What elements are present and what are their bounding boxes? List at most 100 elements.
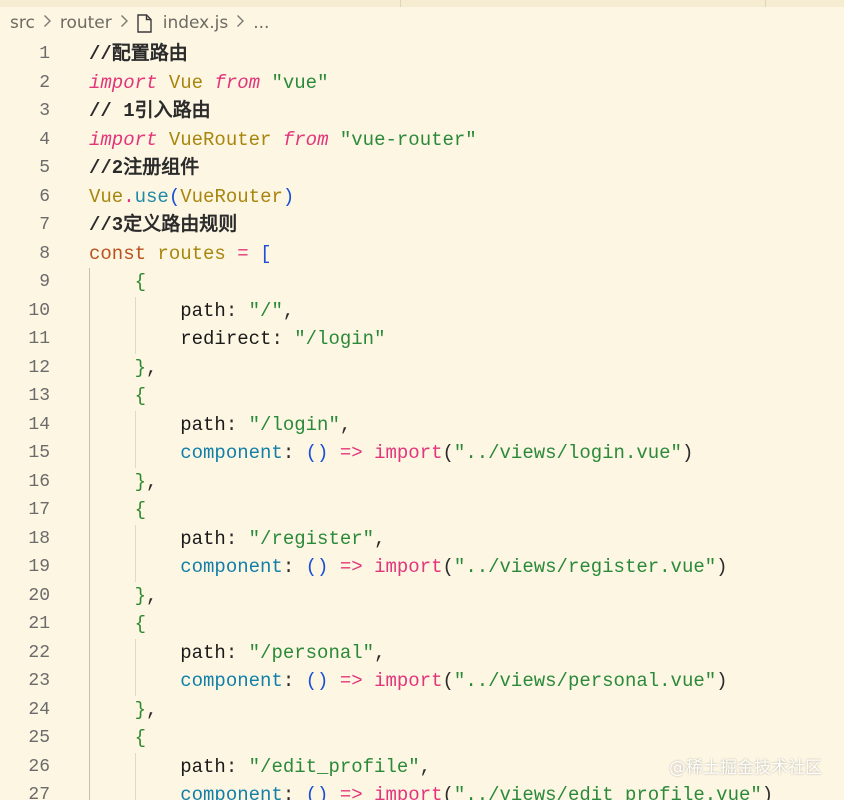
code-token: "/" [248,299,283,322]
code-token: "../views/register.vue" [453,556,717,578]
code-line[interactable]: 9 { [0,268,844,297]
code-token: redirect [180,328,272,350]
code-line[interactable]: 7 //3定义路由规则 [0,211,844,240]
code-line[interactable]: 10 path: "/", [0,297,844,326]
code-editor[interactable]: 1 //配置路由 2 import Vue from "vue" 3 // 1引入路由 4 i… [0,40,844,800]
code-token: ) [761,784,774,800]
code-text: { [89,382,146,411]
code-line[interactable]: 16 }, [0,468,844,497]
code-token: ( [442,670,454,692]
code-line[interactable]: 11 redirect: "/login" [0,325,844,354]
code-token: "/register" [248,527,375,550]
code-token: : [225,527,249,550]
line-number: 24 [28,699,50,720]
code-token: ( [442,784,454,800]
code-token: const [89,242,147,265]
code-line[interactable]: 13 { [0,382,844,411]
code-text: //配置路由 [89,40,188,69]
code-token: ( [442,442,454,464]
code-line[interactable]: 14 path: "/login", [0,411,844,440]
code-token: import [374,442,443,464]
code-line[interactable]: 25 { [0,724,844,753]
code-line[interactable]: 8 const routes = [ [0,240,844,269]
code-line[interactable]: 24 }, [0,696,844,725]
code-token: => [339,556,363,578]
code-line[interactable]: 17 { [0,496,844,525]
line-number: 9 [39,272,50,292]
code-line[interactable]: 18 path: "/register", [0,525,844,554]
code-token: () [305,670,329,692]
code-token: // 1引入路由 [89,100,211,122]
code-token: ( [168,185,181,208]
code-token: [ [260,242,272,265]
code-line[interactable]: 19 component: () => import("../views/reg… [0,553,844,582]
line-number: 20 [28,585,50,606]
code-text: path: "/login", [89,411,351,440]
code-token: , [282,299,295,322]
code-token: ) [681,442,694,464]
code-line[interactable]: 15 component: () => import("../views/log… [0,439,844,468]
code-token: import [374,784,443,800]
code-line[interactable]: 3 // 1引入路由 [0,97,844,126]
indent-guide [135,296,136,354]
code-token: "/login" [248,413,340,436]
code-token: Vue [89,185,124,208]
code-line[interactable]: 4 import VueRouter from "vue-router" [0,126,844,155]
code-token: path [180,527,226,550]
code-line[interactable]: 6 Vue.use(VueRouter) [0,183,844,212]
code-text: { [89,268,146,297]
code-token: } [134,698,147,721]
code-token: => [339,784,363,800]
code-token: "../views/personal.vue" [453,670,717,692]
code-token: "/login" [294,328,386,350]
code-line[interactable]: 20 }, [0,582,844,611]
code-line[interactable]: 1 //配置路由 [0,40,844,69]
code-line[interactable]: 27 component: () => import("../views/edi… [0,781,844,800]
code-token: path [180,755,226,778]
code-text: component: () => import("../views/login.… [89,439,693,468]
code-token: () [305,442,329,464]
breadcrumb-item-router[interactable]: router [60,13,112,33]
code-text: path: "/register", [89,525,385,554]
code-token: //3定义路由规则 [89,214,238,236]
code-line[interactable]: 23 component: () => import("../views/per… [0,667,844,696]
code-text: const routes = [ [89,240,271,269]
breadcrumb-item-more[interactable]: ... [253,13,269,33]
code-token: path [180,299,226,322]
code-token: { [134,271,147,293]
code-token: component [180,784,283,800]
code-line[interactable]: 5 //2注册组件 [0,154,844,183]
code-token: : [225,413,249,436]
code-line[interactable]: 22 path: "/personal", [0,639,844,668]
code-token: "/personal" [248,641,375,664]
code-token: , [146,698,158,721]
code-text: redirect: "/login" [89,325,385,354]
indent-guide [135,410,136,468]
code-token: { [134,727,147,749]
code-line[interactable]: 21 { [0,610,844,639]
code-text: path: "/personal", [89,639,385,668]
code-token: from [282,128,329,151]
chevron-right-icon [236,13,245,33]
breadcrumb-item-file[interactable]: index.js [163,13,229,33]
code-token: , [146,356,158,379]
chevron-right-icon [43,13,52,33]
code-line[interactable]: 2 import Vue from "vue" [0,69,844,98]
line-number: 18 [28,528,50,549]
code-line[interactable]: 12 }, [0,354,844,383]
line-number: 23 [28,671,50,691]
breadcrumb-item-src[interactable]: src [10,13,35,33]
